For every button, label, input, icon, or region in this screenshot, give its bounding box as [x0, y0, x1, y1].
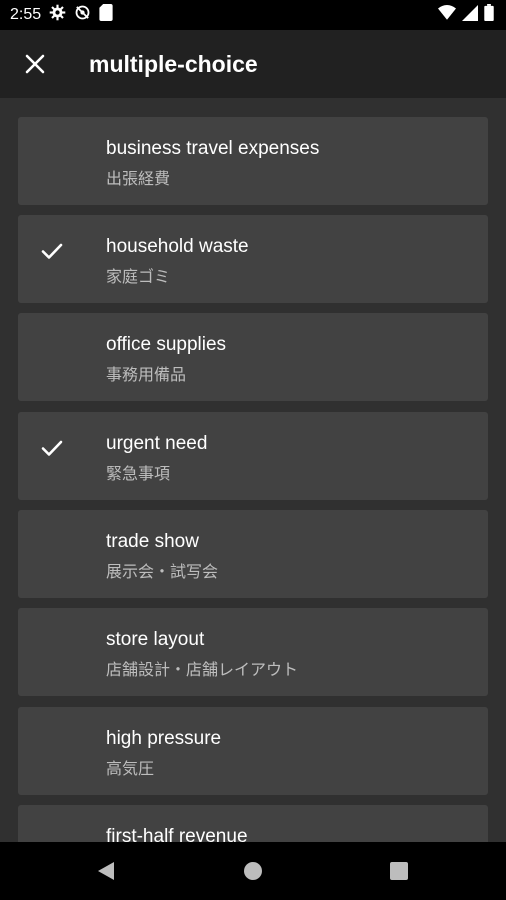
close-icon	[25, 54, 45, 74]
item-subtitle: 家庭ゴミ	[106, 269, 171, 286]
home-button[interactable]	[238, 856, 268, 886]
page-title: multiple-choice	[89, 50, 258, 77]
recents-icon	[390, 862, 408, 880]
item-subtitle: 店舗設計・店舗レイアウト	[106, 662, 299, 679]
item-title: business travel expenses	[106, 138, 320, 159]
home-icon	[244, 862, 262, 880]
list-item[interactable]: trade show 展示会・試写会	[18, 510, 488, 598]
item-subtitle: 緊急事項	[106, 466, 171, 483]
list-item[interactable]: first-half revenue	[18, 805, 488, 842]
app-bar: multiple-choice	[0, 30, 506, 98]
item-title: first-half revenue	[106, 826, 248, 842]
status-bar: 2:55	[0, 0, 506, 30]
wifi-icon	[438, 4, 456, 26]
sync-disabled-icon	[74, 4, 91, 26]
item-subtitle: 出張経費	[106, 171, 171, 188]
navigation-bar	[0, 842, 506, 900]
list-item[interactable]: office supplies 事務用備品	[18, 313, 488, 401]
back-icon	[98, 862, 114, 880]
item-title: store layout	[106, 629, 205, 650]
item-subtitle: 高気圧	[106, 761, 155, 778]
status-right	[438, 4, 494, 26]
item-title: high pressure	[106, 728, 222, 749]
back-button[interactable]	[91, 856, 121, 886]
sd-card-icon	[99, 4, 113, 26]
item-title: trade show	[106, 531, 199, 552]
settings-icon	[49, 4, 66, 26]
list-item[interactable]: household waste 家庭ゴミ	[18, 215, 488, 303]
signal-icon	[462, 4, 478, 26]
list-item[interactable]: high pressure 高気圧	[18, 707, 488, 795]
battery-icon	[484, 4, 494, 26]
checkmark-icon	[41, 243, 63, 259]
list-item[interactable]: store layout 店舗設計・店舗レイアウト	[18, 608, 488, 696]
status-time: 2:55	[10, 6, 42, 23]
status-left: 2:55	[10, 4, 113, 26]
choice-list: business travel expenses 出張経費 household …	[0, 98, 506, 842]
item-subtitle: 展示会・試写会	[106, 564, 219, 581]
close-button[interactable]	[17, 46, 53, 82]
item-title: urgent need	[106, 433, 208, 454]
item-subtitle: 事務用備品	[106, 367, 187, 384]
item-title: household waste	[106, 236, 249, 257]
recents-button[interactable]	[384, 856, 414, 886]
list-item[interactable]: urgent need 緊急事項	[18, 412, 488, 500]
checkmark-icon	[41, 440, 63, 456]
list-item[interactable]: business travel expenses 出張経費	[18, 117, 488, 205]
item-title: office supplies	[106, 334, 227, 355]
